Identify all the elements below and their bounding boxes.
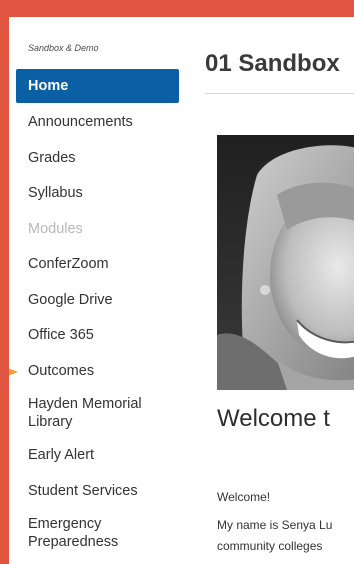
course-navigation: Home Announcements Grades Syllabus Modul… — [16, 69, 179, 558]
course-window: Sandbox & Demo Home Announcements Grades… — [9, 17, 354, 564]
nav-item-modules[interactable]: Modules — [16, 211, 179, 247]
page-title: 01 Sandbox — [205, 50, 340, 77]
intro-line-1: My name is Senya Lu — [217, 518, 333, 532]
nav-item-office-365[interactable]: Office 365 — [16, 318, 179, 354]
course-sidebar: Sandbox & Demo Home Announcements Grades… — [9, 17, 179, 564]
nav-item-hayden-memorial-library[interactable]: Hayden Memorial Library — [16, 389, 179, 438]
nav-item-syllabus[interactable]: Syllabus — [16, 176, 179, 212]
nav-item-early-alert[interactable]: Early Alert — [16, 438, 179, 474]
welcome-text: Welcome! — [217, 490, 271, 504]
nav-item-emergency-preparedness[interactable]: Emergency Preparedness — [16, 509, 179, 558]
course-name: Sandbox & Demo — [28, 43, 99, 53]
annotation-arrow-icon — [9, 368, 18, 376]
instructor-photo — [217, 135, 354, 390]
page-content: 01 Sandbox Welcome t Welcome! My name is… — [179, 17, 354, 564]
intro-paragraph: My name is Senya Lu community colleges — [217, 515, 354, 557]
title-divider — [205, 93, 354, 94]
nav-item-student-services[interactable]: Student Services — [16, 473, 179, 509]
welcome-heading: Welcome t — [217, 405, 330, 432]
nav-item-grades[interactable]: Grades — [16, 140, 179, 176]
intro-line-2: community colleges — [217, 539, 323, 553]
nav-item-announcements[interactable]: Announcements — [16, 105, 179, 141]
nav-item-google-drive[interactable]: Google Drive — [16, 282, 179, 318]
nav-item-conferzoom[interactable]: ConferZoom — [16, 247, 179, 283]
nav-item-home[interactable]: Home — [16, 69, 179, 103]
nav-item-outcomes[interactable]: Outcomes — [16, 353, 179, 389]
